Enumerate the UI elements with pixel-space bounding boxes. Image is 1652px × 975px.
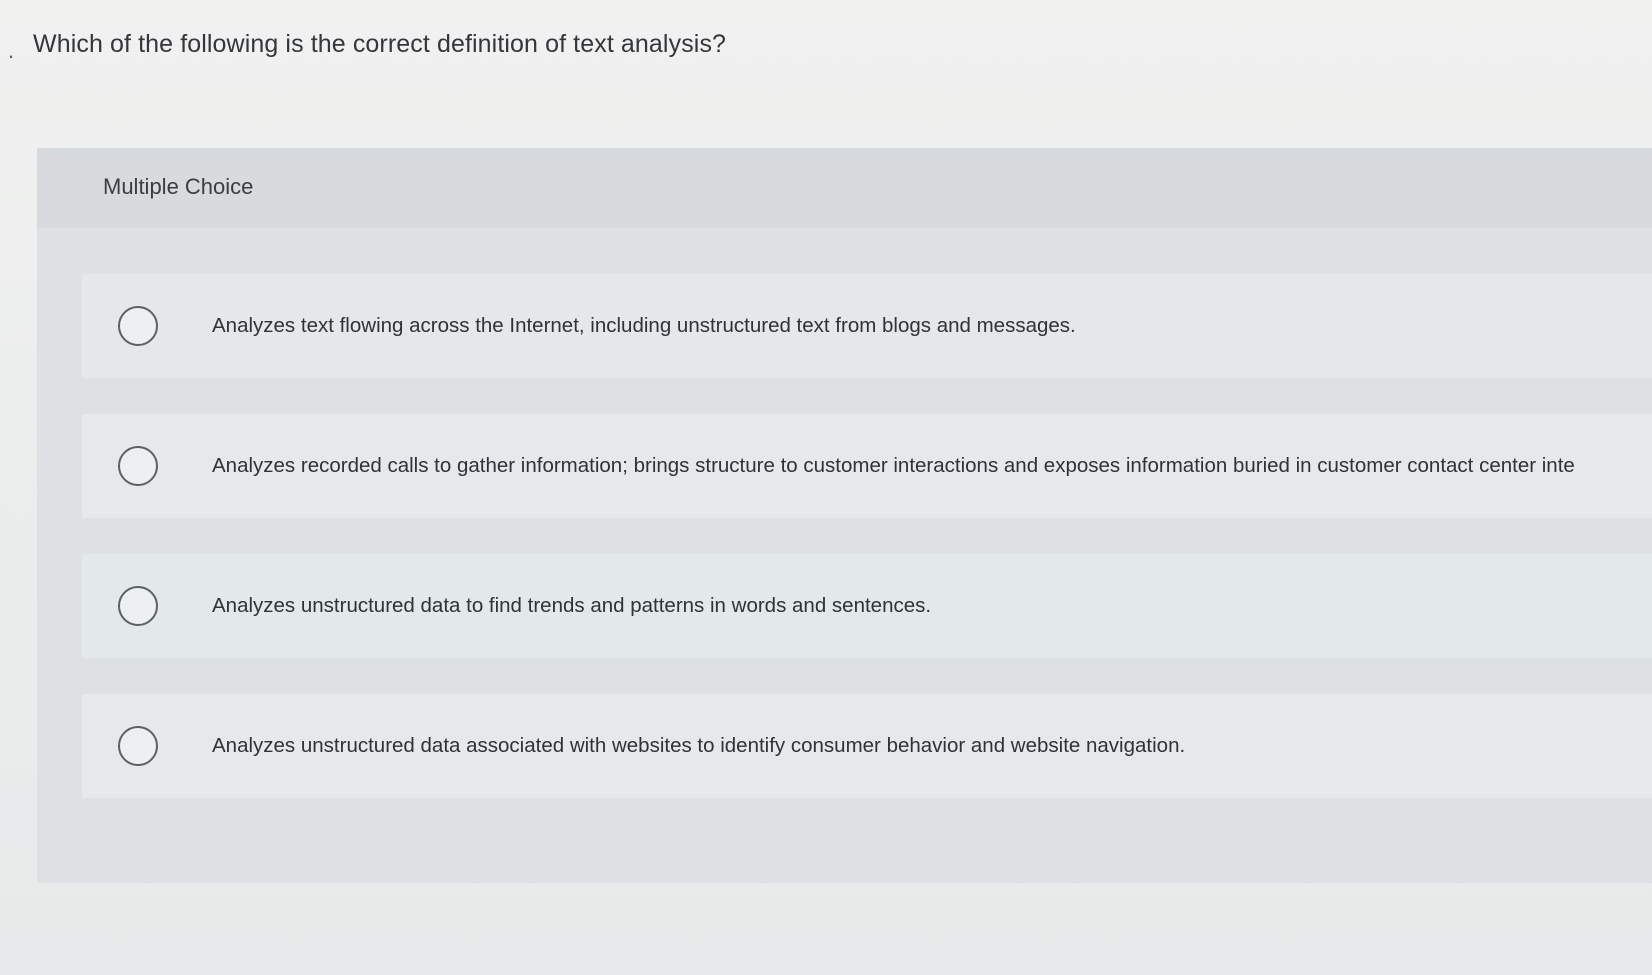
answer-option-label[interactable]: Analyzes unstructured data associated wi…: [212, 734, 1185, 758]
radio-button-icon[interactable]: [118, 586, 158, 626]
answer-option-3[interactable]: Analyzes unstructured data to find trend…: [82, 554, 1652, 658]
radio-button-icon[interactable]: [118, 726, 158, 766]
answer-option-label[interactable]: Analyzes recorded calls to gather inform…: [212, 454, 1575, 478]
panel-title: Multiple Choice: [103, 174, 254, 199]
answer-option-label[interactable]: Analyzes text flowing across the Interne…: [212, 314, 1076, 338]
question-text: Which of the following is the correct de…: [33, 30, 727, 58]
answer-option-4[interactable]: Analyzes unstructured data associated wi…: [82, 694, 1652, 798]
answer-options: Analyzes text flowing across the Interne…: [82, 274, 1652, 834]
answer-option-2[interactable]: Analyzes recorded calls to gather inform…: [82, 414, 1652, 518]
radio-button-icon[interactable]: [118, 446, 158, 486]
panel-header: Multiple Choice: [37, 148, 1652, 228]
answer-option-label[interactable]: Analyzes unstructured data to find trend…: [212, 594, 931, 618]
question-bullet: .: [8, 38, 15, 63]
answer-option-1[interactable]: Analyzes text flowing across the Interne…: [82, 274, 1652, 378]
radio-button-icon[interactable]: [118, 306, 158, 346]
